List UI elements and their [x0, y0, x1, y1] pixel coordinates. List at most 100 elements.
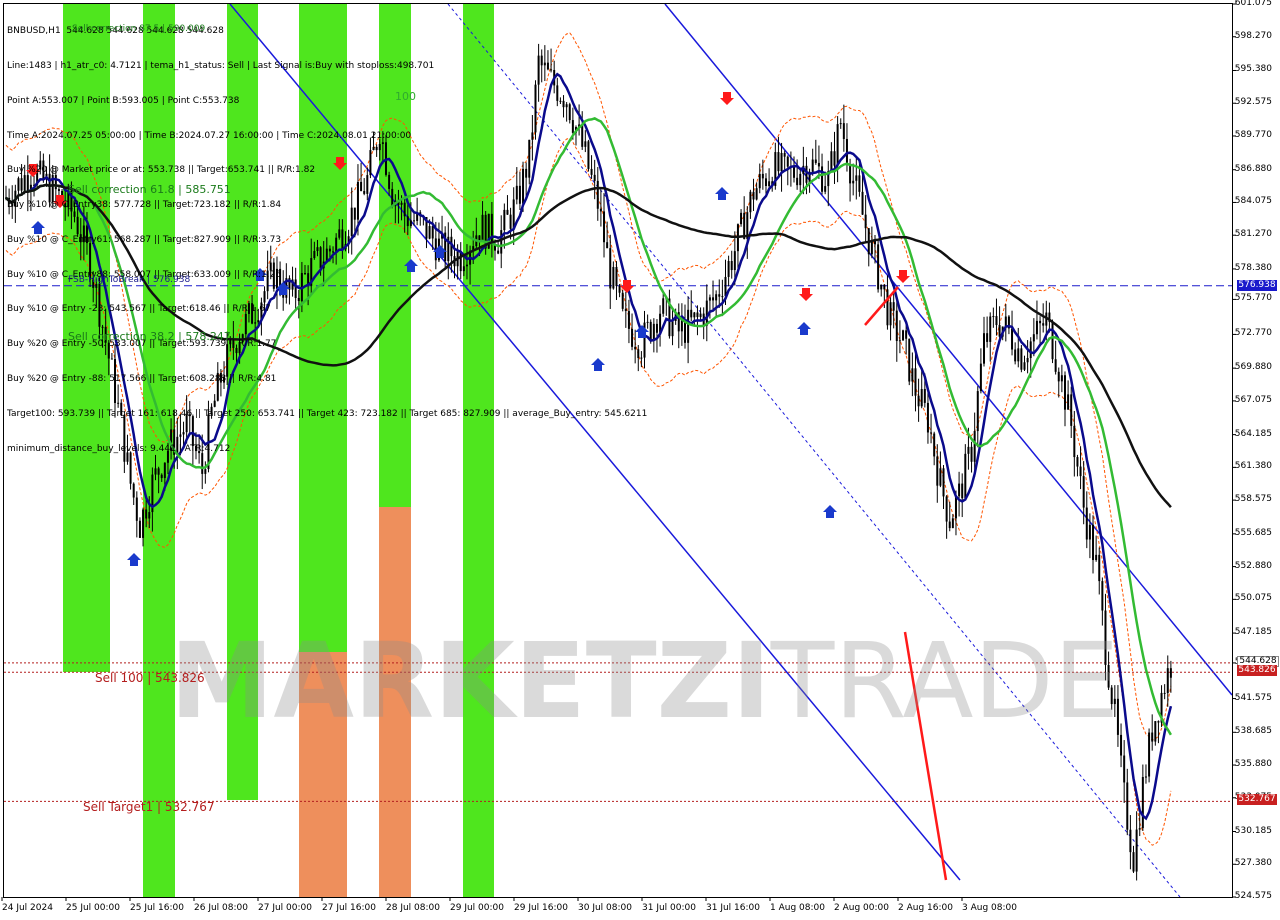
- candle-body: [740, 212, 743, 225]
- candle-body: [761, 173, 764, 179]
- price-tick-label: 527.380: [1234, 858, 1272, 869]
- sell-100-label: Sell 100 | 543.826: [95, 671, 205, 685]
- watermark-thin: TRADE: [770, 620, 1120, 742]
- candle-body: [687, 309, 690, 343]
- price-tick-label: 575.770: [1234, 293, 1272, 304]
- candle-body: [954, 496, 957, 519]
- price-tick-label: 550.075: [1234, 593, 1272, 604]
- candle-body: [967, 446, 970, 454]
- candle-body: [160, 474, 163, 479]
- candle-body: [858, 175, 861, 192]
- candle-body: [911, 368, 914, 382]
- candle-body: [1017, 348, 1020, 362]
- price-tick-label: 586.880: [1234, 163, 1272, 174]
- candle-body: [839, 123, 842, 125]
- candle-body: [979, 363, 982, 392]
- price-tick-label: 530.185: [1234, 825, 1272, 836]
- time-tick-label: 28 Jul 08:00: [386, 903, 440, 913]
- candle-body: [1039, 320, 1042, 324]
- candle-body: [939, 468, 942, 486]
- time-tick-label: 3 Aug 08:00: [962, 903, 1017, 913]
- time-tick-label: 29 Jul 16:00: [514, 903, 568, 913]
- fsb-high-label: FSB-HighToBreak | 576.938: [68, 275, 191, 285]
- target1-price-tag: 532.767: [1237, 794, 1277, 805]
- candle-body: [1154, 721, 1157, 742]
- candle-body: [768, 181, 771, 186]
- sell-arrow-icon: [896, 270, 910, 283]
- candle-body: [1126, 782, 1129, 830]
- price-tick-label: 561.380: [1234, 461, 1272, 472]
- price-tick-label: 595.380: [1234, 64, 1272, 75]
- price-tick-label: 524.575: [1234, 891, 1272, 901]
- candle-body: [1026, 358, 1029, 363]
- candle-body: [814, 159, 817, 163]
- candle-body: [1032, 334, 1035, 342]
- candle-body: [886, 289, 889, 326]
- time-tick-label: 29 Jul 00:00: [450, 903, 504, 913]
- candle-body: [699, 313, 702, 318]
- candle-body: [905, 330, 908, 339]
- time-tick-label: 1 Aug 08:00: [770, 903, 825, 913]
- time-tick-label: 26 Jul 08:00: [194, 903, 248, 913]
- time-tick-label: 31 Jul 16:00: [706, 903, 760, 913]
- buy-arrow-icon: [127, 553, 141, 566]
- candle-body: [833, 151, 836, 166]
- candle-body: [749, 191, 752, 213]
- price-tick-label: 598.270: [1234, 30, 1272, 41]
- candle-body: [824, 186, 827, 192]
- candle-body: [652, 323, 655, 340]
- candle-body: [926, 402, 929, 433]
- candle-body: [786, 156, 789, 167]
- candle-body: [883, 284, 886, 290]
- fsb-price-tag: 576.938: [1237, 280, 1277, 291]
- candle-body: [958, 483, 961, 497]
- candle-body: [783, 152, 786, 157]
- candle-body: [998, 325, 1001, 337]
- sell100-price-tag: 543.826: [1237, 665, 1277, 676]
- candle-body: [1088, 524, 1091, 540]
- price-tick-label: 541.575: [1234, 692, 1272, 703]
- candle-body: [1144, 776, 1147, 778]
- price-tick-label: 578.380: [1234, 262, 1272, 273]
- candle-body: [1029, 341, 1032, 359]
- candle-body: [696, 312, 699, 318]
- candle-body: [780, 152, 783, 172]
- candle-body: [1092, 524, 1095, 561]
- candle-body: [145, 509, 148, 519]
- candle-body: [930, 432, 933, 434]
- candle-body: [132, 483, 135, 498]
- candle-body: [992, 316, 995, 318]
- candle-body: [718, 294, 721, 297]
- price-tick-label: 535.880: [1234, 759, 1272, 770]
- time-tick-label: 27 Jul 16:00: [322, 903, 376, 913]
- candle-body: [842, 123, 845, 139]
- candle-body: [951, 518, 954, 529]
- candle-body: [1014, 349, 1017, 362]
- candle-body: [705, 300, 708, 326]
- candle-body: [898, 340, 901, 342]
- price-tick-label: 547.185: [1234, 627, 1272, 638]
- price-tick-label: 569.880: [1234, 362, 1272, 373]
- candle-body: [1079, 466, 1082, 477]
- candle-body: [821, 166, 824, 192]
- candle-body: [1151, 732, 1154, 742]
- candle-body: [1138, 828, 1141, 830]
- candle-body: [805, 165, 808, 183]
- candle-body: [1101, 581, 1104, 611]
- candle-body: [690, 309, 693, 318]
- top-sell-correction-label: Sell correction 87.5 | 590.009: [72, 24, 206, 34]
- candle-body: [1057, 371, 1060, 382]
- candle-body: [902, 330, 905, 341]
- candle-body: [712, 297, 715, 301]
- info-line: Buy %10 @ C_Entry38: 577.728 || Target:7…: [7, 200, 282, 211]
- channel-upper-line: [664, 3, 1233, 696]
- candle-body: [864, 214, 867, 229]
- info-line: Buy %10 @ Entry -23: 543.567 || Target:6…: [7, 304, 271, 315]
- candle-body: [1120, 734, 1123, 756]
- candle-body: [1042, 323, 1045, 326]
- info-line: Target100: 593.739 || Target 161: 618.46…: [7, 408, 648, 419]
- candle-body: [845, 138, 848, 165]
- candle-body: [961, 483, 964, 499]
- sell-arrow-icon: [799, 288, 813, 301]
- price-tick-label: 538.685: [1234, 726, 1272, 737]
